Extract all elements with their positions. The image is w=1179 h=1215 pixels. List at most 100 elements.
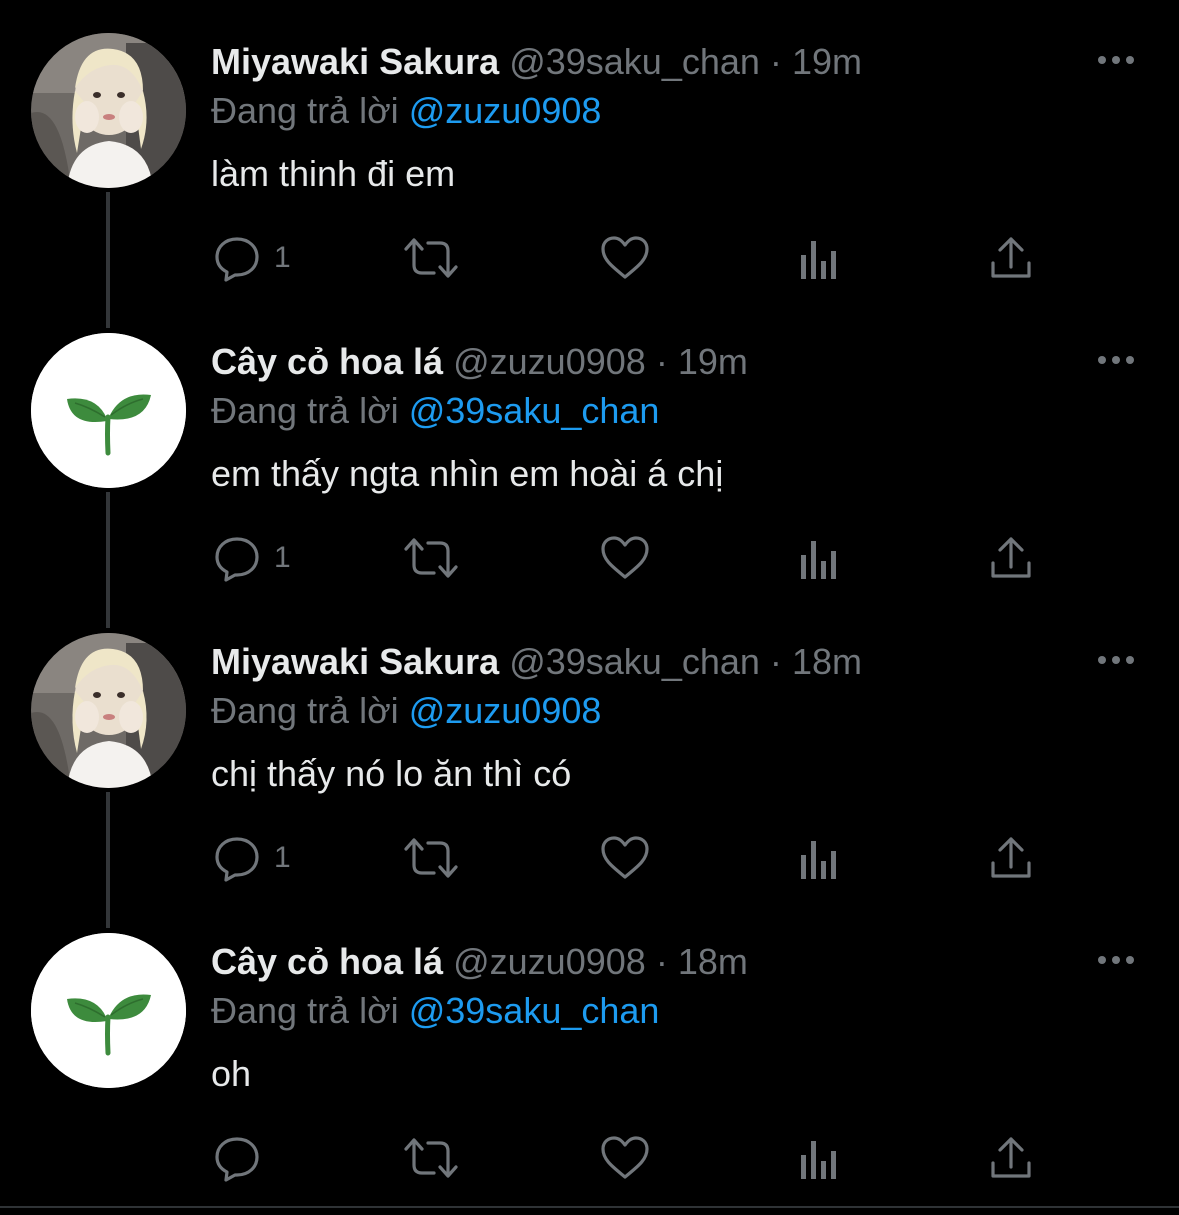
- user-photo-avatar[interactable]: [31, 33, 186, 188]
- sprout-icon: [31, 933, 186, 1088]
- divider: [0, 1206, 1179, 1208]
- tweet-text: em thấy ngta nhìn em hoài á chị: [211, 453, 724, 494]
- retweet-icon: [402, 533, 460, 583]
- replying-to-label: Đang trả lời: [211, 990, 399, 1031]
- views-button[interactable]: [797, 1130, 841, 1186]
- more-options-icon[interactable]: [1092, 45, 1140, 75]
- views-button[interactable]: [797, 830, 841, 886]
- sprout-avatar[interactable]: [31, 333, 186, 488]
- reply-button[interactable]: 1: [212, 830, 291, 886]
- like-button[interactable]: [599, 830, 651, 886]
- retweet-icon: [402, 1133, 460, 1183]
- replying-to-mention[interactable]: @zuzu0908: [409, 690, 602, 731]
- reply-icon: [212, 533, 262, 583]
- conversation-thread: Miyawaki Sakura @39saku_chan · 19m Đang …: [0, 0, 1179, 1215]
- like-icon: [599, 233, 651, 283]
- retweet-icon: [402, 233, 460, 283]
- replying-to-label: Đang trả lời: [211, 690, 399, 731]
- share-button[interactable]: [988, 830, 1034, 886]
- replying-to-label: Đang trả lời: [211, 390, 399, 431]
- tweet-header: Cây cỏ hoa lá @zuzu0908 · 18m: [211, 938, 748, 986]
- tweet-actions: 1: [0, 830, 1179, 890]
- timestamp[interactable]: 18m: [792, 641, 862, 682]
- tweet-actions: 1: [0, 230, 1179, 290]
- tweet[interactable]: Cây cỏ hoa lá @zuzu0908 · 18m Đang trả l…: [0, 900, 1179, 1200]
- views-button[interactable]: [797, 530, 841, 586]
- retweet-button[interactable]: [402, 530, 460, 586]
- tweet[interactable]: Miyawaki Sakura @39saku_chan · 18m Đang …: [0, 600, 1179, 900]
- reply-count: 1: [274, 841, 291, 874]
- views-icon: [797, 233, 841, 283]
- share-icon: [988, 233, 1034, 283]
- replying-to: Đang trả lời @zuzu0908: [211, 87, 601, 135]
- retweet-button[interactable]: [402, 230, 460, 286]
- user-photo-avatar[interactable]: [31, 633, 186, 788]
- reply-icon: [212, 833, 262, 883]
- tweet-text: oh: [211, 1053, 252, 1094]
- user-handle[interactable]: @zuzu0908: [453, 341, 646, 382]
- views-icon: [797, 533, 841, 583]
- share-button[interactable]: [988, 230, 1034, 286]
- replying-to: Đang trả lời @39saku_chan: [211, 387, 659, 435]
- avatar-photo-image: [31, 633, 186, 788]
- separator-dot: ·: [655, 941, 668, 982]
- display-name[interactable]: Cây cỏ hoa lá: [211, 341, 443, 382]
- user-handle[interactable]: @zuzu0908: [453, 941, 646, 982]
- reply-count: 1: [274, 241, 291, 274]
- replying-to-mention[interactable]: @39saku_chan: [409, 990, 660, 1031]
- replying-to-mention[interactable]: @zuzu0908: [409, 90, 602, 131]
- sprout-icon: [31, 333, 186, 488]
- more-options-icon[interactable]: [1092, 645, 1140, 675]
- tweet-header: Miyawaki Sakura @39saku_chan · 19m: [211, 38, 862, 86]
- more-options-icon[interactable]: [1092, 945, 1140, 975]
- separator-dot: ·: [769, 41, 782, 82]
- timestamp[interactable]: 18m: [678, 941, 748, 982]
- retweet-icon: [402, 833, 460, 883]
- reply-button[interactable]: 1: [212, 230, 291, 286]
- share-icon: [988, 833, 1034, 883]
- share-icon: [988, 1133, 1034, 1183]
- like-button[interactable]: [599, 1130, 651, 1186]
- tweet-actions: 1: [0, 530, 1179, 590]
- tweet[interactable]: Cây cỏ hoa lá @zuzu0908 · 19m Đang trả l…: [0, 300, 1179, 600]
- timestamp[interactable]: 19m: [792, 41, 862, 82]
- tweet-header: Miyawaki Sakura @39saku_chan · 18m: [211, 638, 862, 686]
- replying-to-label: Đang trả lời: [211, 90, 399, 131]
- like-icon: [599, 833, 651, 883]
- replying-to: Đang trả lời @zuzu0908: [211, 687, 601, 735]
- like-button[interactable]: [599, 530, 651, 586]
- reply-icon: [212, 233, 262, 283]
- retweet-button[interactable]: [402, 830, 460, 886]
- display-name[interactable]: Miyawaki Sakura: [211, 41, 499, 82]
- user-handle[interactable]: @39saku_chan: [509, 41, 760, 82]
- reply-icon: [212, 1133, 262, 1183]
- tweet-text: chị thấy nó lo ăn thì có: [211, 753, 572, 794]
- replying-to: Đang trả lời @39saku_chan: [211, 987, 659, 1035]
- share-icon: [988, 533, 1034, 583]
- reply-button[interactable]: [212, 1130, 274, 1186]
- like-button[interactable]: [599, 230, 651, 286]
- display-name[interactable]: Miyawaki Sakura: [211, 641, 499, 682]
- like-icon: [599, 1133, 651, 1183]
- tweet-text: làm thinh đi em: [211, 153, 456, 194]
- timestamp[interactable]: 19m: [678, 341, 748, 382]
- separator-dot: ·: [655, 341, 668, 382]
- share-button[interactable]: [988, 530, 1034, 586]
- more-options-icon[interactable]: [1092, 345, 1140, 375]
- sprout-avatar[interactable]: [31, 933, 186, 1088]
- reply-button[interactable]: 1: [212, 530, 291, 586]
- share-button[interactable]: [988, 1130, 1034, 1186]
- user-handle[interactable]: @39saku_chan: [509, 641, 760, 682]
- views-icon: [797, 833, 841, 883]
- tweet[interactable]: Miyawaki Sakura @39saku_chan · 19m Đang …: [0, 0, 1179, 300]
- retweet-button[interactable]: [402, 1130, 460, 1186]
- separator-dot: ·: [769, 641, 782, 682]
- tweet-header: Cây cỏ hoa lá @zuzu0908 · 19m: [211, 338, 748, 386]
- avatar-photo-image: [31, 33, 186, 188]
- display-name[interactable]: Cây cỏ hoa lá: [211, 941, 443, 982]
- like-icon: [599, 533, 651, 583]
- tweet-actions: [0, 1130, 1179, 1190]
- replying-to-mention[interactable]: @39saku_chan: [409, 390, 660, 431]
- views-icon: [797, 1133, 841, 1183]
- views-button[interactable]: [797, 230, 841, 286]
